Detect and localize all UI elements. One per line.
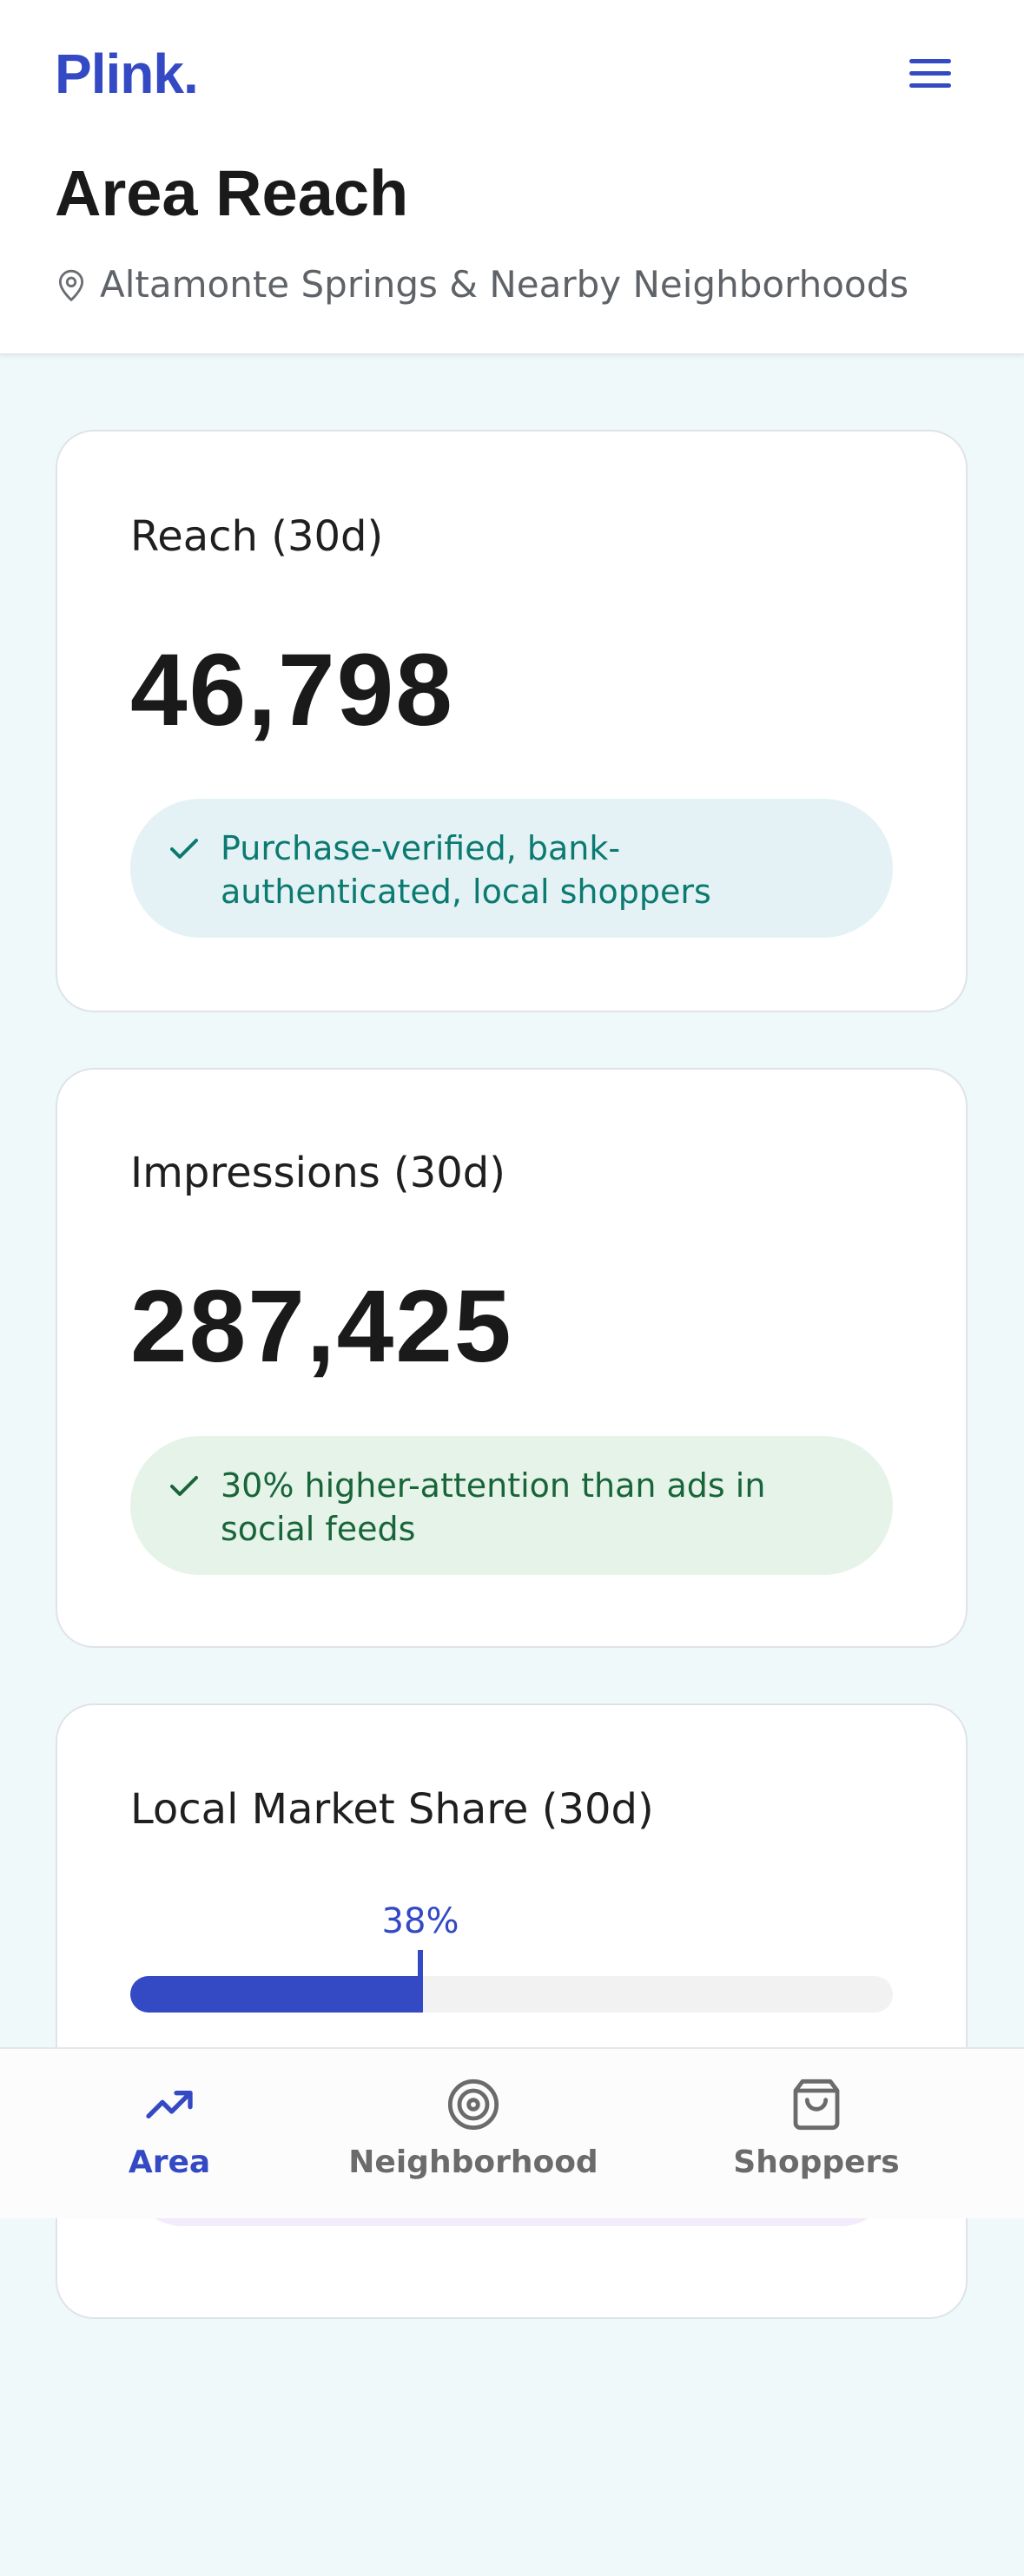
market-share-bar	[130, 1950, 893, 2013]
check-icon	[170, 839, 198, 859]
target-icon	[447, 2079, 499, 2131]
menu-button[interactable]	[905, 54, 955, 94]
bottom-nav: Area Neighborhood Shoppers	[0, 2047, 1024, 2218]
market-share-percent: 38%	[381, 1901, 459, 1941]
market-share-label: Local Market Share (30d)	[130, 1785, 654, 1834]
nav-item-neighborhood[interactable]: Neighborhood	[348, 2049, 598, 2218]
impressions-value: 287,425	[130, 1269, 513, 1384]
impressions-label: Impressions (30d)	[130, 1149, 505, 1197]
nav-label-area: Area	[128, 2144, 211, 2180]
nav-label-shoppers: Shoppers	[733, 2144, 900, 2180]
reach-card: Reach (30d) 46,798 Purchase-verified, ba…	[56, 430, 968, 1012]
reach-label: Reach (30d)	[130, 512, 384, 561]
shopping-bag-icon	[793, 2079, 840, 2131]
app-header: Plink. Area Reach Altamonte Springs & Ne…	[0, 0, 1024, 355]
reach-note-pill: Purchase-verified, bank-authenticated, l…	[130, 799, 893, 938]
check-icon	[170, 1476, 198, 1496]
page-title: Area Reach	[55, 157, 409, 229]
location-line: Altamonte Springs & Nearby Neighborhoods	[55, 263, 908, 306]
map-pin-icon	[58, 269, 84, 301]
market-share-card: Local Market Share (30d) 38%	[56, 1703, 968, 2319]
nav-label-neighborhood: Neighborhood	[348, 2144, 598, 2180]
trending-up-icon	[146, 2091, 193, 2118]
hamburger-menu-icon	[909, 59, 951, 88]
app-logo[interactable]: Plink.	[55, 42, 199, 106]
market-share-bar-fill	[130, 1976, 420, 2013]
nav-item-shoppers[interactable]: Shoppers	[730, 2049, 903, 2218]
reach-value: 46,798	[130, 633, 454, 748]
market-share-marker	[418, 1950, 423, 2013]
nav-item-area[interactable]: Area	[100, 2049, 239, 2218]
impressions-note-pill: 30% higher-attention than ads in social …	[130, 1436, 893, 1575]
reach-note-text: Purchase-verified, bank-authenticated, l…	[221, 829, 711, 911]
impressions-note-text: 30% higher-attention than ads in social …	[221, 1466, 766, 1548]
location-text: Altamonte Springs & Nearby Neighborhoods	[100, 263, 909, 306]
impressions-card: Impressions (30d) 287,425 30% higher-att…	[56, 1068, 968, 1648]
